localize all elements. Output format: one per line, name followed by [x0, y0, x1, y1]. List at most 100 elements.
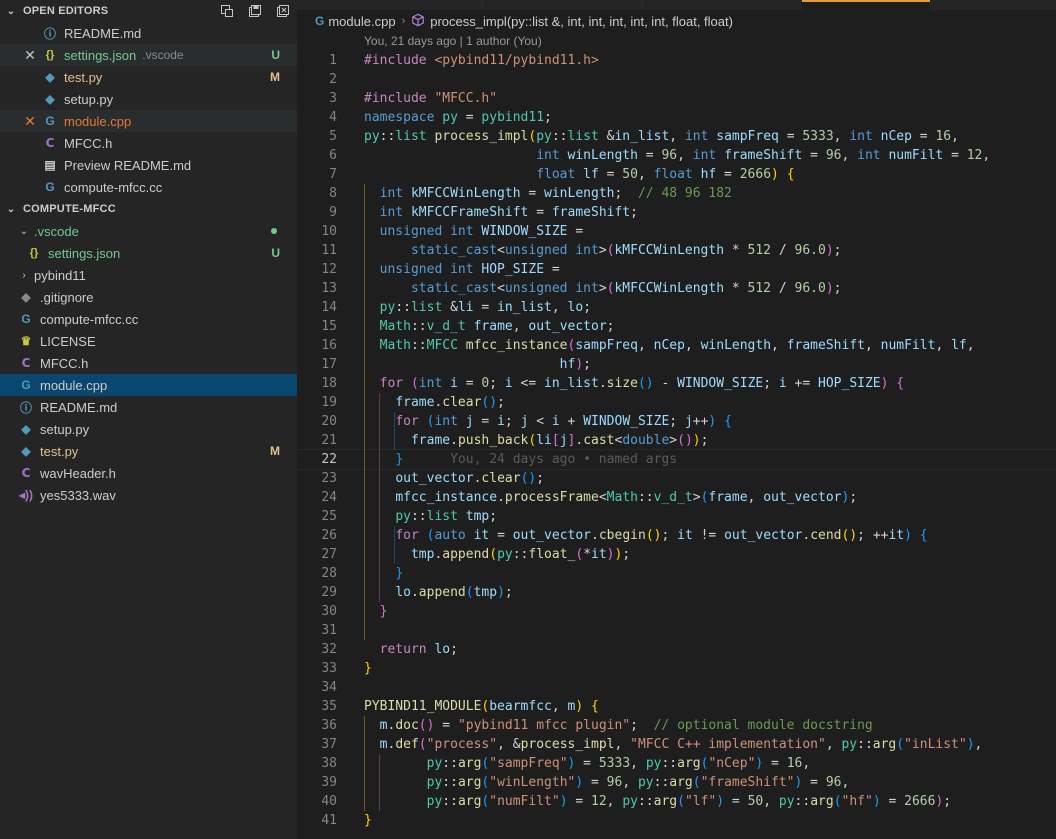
code-line[interactable]: 30 }	[297, 602, 1056, 621]
code-token: ()	[481, 395, 498, 410]
file-name: module.cpp	[64, 113, 132, 129]
close-icon[interactable]: ✕	[22, 113, 38, 130]
code-token: <	[497, 281, 505, 296]
code-token: ()	[841, 528, 858, 543]
code-line[interactable]: 12 unsigned int HOP_SIZE =	[297, 260, 1056, 279]
tree-item[interactable]: ⌄ .vscode	[0, 220, 297, 242]
new-untitled-file-icon[interactable]	[219, 3, 235, 19]
code-line[interactable]: 33}	[297, 659, 1056, 678]
code-line[interactable]: 27 tmp.append(py::float_(*it));	[297, 545, 1056, 564]
breadcrumb-symbol[interactable]: process_impl(py::list &, int, int, int, …	[430, 14, 733, 29]
breadcrumb-file[interactable]: module.cpp	[328, 14, 395, 29]
code-line[interactable]: 22 } You, 24 days ago • named args	[297, 449, 1056, 470]
tree-item[interactable]: ◆ .gitignore	[0, 286, 297, 308]
code-line[interactable]: 35 PYBIND11_MODULE(bearmfcc, m) {	[297, 697, 1056, 716]
tree-item[interactable]: CwavHeader.h	[0, 462, 297, 484]
tree-item[interactable]: Gcompute-mfcc.cc	[0, 308, 297, 330]
code-token: (	[418, 737, 427, 752]
code-line[interactable]: 38 py::arg("sampFreq") = 5333, py::arg("…	[297, 754, 1056, 773]
code-line[interactable]: 13 static_cast<unsigned int>(kMFCCWinLen…	[297, 279, 1056, 298]
code-line[interactable]: 31	[297, 621, 1056, 640]
code-line[interactable]: 8 int kMFCCWinLength = winLength; // 48 …	[297, 184, 1056, 203]
code-line[interactable]: 39 py::arg("winLength") = 96, py::arg("f…	[297, 773, 1056, 792]
code-line[interactable]: 25 py::list tmp;	[297, 507, 1056, 526]
open-editor-item[interactable]: ◆ setup.py	[0, 88, 297, 110]
code-line[interactable]: 19 frame.clear();	[297, 393, 1056, 412]
code-line[interactable]: 14 py::list &li = in_list, lo;	[297, 298, 1056, 317]
code-line[interactable]: 40 py::arg("numFilt") = 12, py::arg("lf"…	[297, 792, 1056, 811]
code-line[interactable]: 10 unsigned int WINDOW_SIZE =	[297, 222, 1056, 241]
indent-guide	[364, 716, 365, 811]
tree-item[interactable]: › pybind11	[0, 264, 297, 286]
tree-item[interactable]: ◂)) yes5333.wav	[0, 484, 297, 506]
inline-blame: You, 24 days ago • named args	[403, 452, 678, 467]
tree-item[interactable]: ⓘ README.md	[0, 396, 297, 418]
code-token: ()	[645, 528, 662, 543]
code-line[interactable]: 2	[297, 70, 1056, 89]
code-token: arg	[872, 737, 897, 752]
code-line[interactable]: 11 static_cast<unsigned int>(kMFCCWinLen…	[297, 241, 1056, 260]
line-content: int winLength = 96, int frameShift = 96,…	[364, 146, 990, 165]
code-token: arg	[457, 775, 482, 790]
code-token: {	[786, 167, 795, 182]
save-all-icon[interactable]	[247, 3, 263, 19]
code-line[interactable]: 41}	[297, 811, 1056, 830]
open-editor-item[interactable]: ✕ {} settings.json .vscode U	[0, 44, 297, 66]
code-token: ;	[536, 471, 545, 486]
open-editor-item[interactable]: ✕ Gmodule.cpp	[0, 110, 297, 132]
close-all-editors-icon[interactable]	[275, 3, 291, 19]
code-line[interactable]: 29 lo.append(tmp);	[297, 583, 1056, 602]
code-token: <pybind11/pybind11.h>	[434, 53, 599, 68]
tree-item[interactable]: ◆ setup.py	[0, 418, 297, 440]
code-line[interactable]: 36 m.doc() = "pybind11 mfcc plugin"; // …	[297, 716, 1056, 735]
code-line[interactable]: 34	[297, 678, 1056, 697]
code-line[interactable]: 3 #include "MFCC.h"	[297, 89, 1056, 108]
code-line[interactable]: 9 int kMFCCFrameShift = frameShift;	[297, 203, 1056, 222]
open-editor-item[interactable]: ▤ Preview README.md	[0, 154, 297, 176]
code-line[interactable]: 17 hf);	[297, 355, 1056, 374]
code-area[interactable]: 1 #include <pybind11/pybind11.h> 2 3 #includ…	[297, 51, 1056, 830]
code-line[interactable]: 4 namespace py = pybind11;	[297, 108, 1056, 127]
code-line[interactable]: 37 m.def("process", &process_impl, "MFCC…	[297, 735, 1056, 754]
line-content: hf);	[364, 355, 591, 374]
tree-item[interactable]: {} settings.json U	[0, 242, 297, 264]
code-token: append	[418, 585, 466, 600]
tree-item[interactable]: ◆ test.py M	[0, 440, 297, 462]
code-line[interactable]: 24 mfcc_instance.processFrame<Math::v_d_…	[297, 488, 1056, 507]
code-token: static_cast	[410, 243, 498, 258]
code-line[interactable]: 28 }	[297, 564, 1056, 583]
code-line[interactable]: 7 float lf = 50, float hf = 2666) {	[297, 165, 1056, 184]
tree-item[interactable]: C MFCC.h	[0, 352, 297, 374]
code-line[interactable]: 23 out_vector.clear();	[297, 469, 1056, 488]
code-line[interactable]: 6 int winLength = 96, int frameShift = 9…	[297, 146, 1056, 165]
line-content: Math::v_d_t frame, out_vector;	[364, 317, 615, 336]
code-line[interactable]: 20 for (int j = i; j < i + WINDOW_SIZE; …	[297, 412, 1056, 431]
code-line[interactable]: 15 Math::v_d_t frame, out_vector;	[297, 317, 1056, 336]
tree-item[interactable]: Gmodule.cpp	[0, 374, 297, 396]
code-token: (	[677, 794, 685, 809]
codelens-blame[interactable]: You, 21 days ago | 1 author (You)	[364, 34, 542, 48]
active-tab[interactable]	[802, 0, 930, 10]
code-line[interactable]: 5 py::list process_impl(py::list &in_list…	[297, 127, 1056, 146]
open-editors-header[interactable]: ⌄ OPEN EDITORS	[0, 0, 297, 22]
code-token: kMFCCFrameShift	[410, 205, 529, 220]
code-line[interactable]: 21 frame.push_back(li[j].cast<double>())…	[297, 431, 1056, 450]
line-number: 29	[321, 585, 337, 600]
tree-item[interactable]: ♛ LICENSE	[0, 330, 297, 352]
code-token: winLength	[544, 186, 615, 201]
code-token: =	[802, 775, 826, 790]
code-line[interactable]: 1 #include <pybind11/pybind11.h>	[297, 51, 1056, 70]
code-token: frameShift	[551, 205, 631, 220]
close-icon[interactable]: ✕	[22, 47, 38, 64]
folder-header[interactable]: ⌄ COMPUTE-MFCC	[0, 198, 297, 220]
code-line[interactable]: 26 for (auto it = out_vector.cbegin(); i…	[297, 526, 1056, 545]
open-editor-item[interactable]: ◆ test.py M	[0, 66, 297, 88]
code-token: 96	[606, 775, 623, 790]
open-editor-item[interactable]: C MFCC.h	[0, 132, 297, 154]
open-editor-item[interactable]: ⓘ README.md	[0, 22, 297, 44]
code-line[interactable]: 16 Math::MFCC mfcc_instance(sampFreq, nC…	[297, 336, 1056, 355]
code-line[interactable]: 32 return lo;	[297, 640, 1056, 659]
code-line[interactable]: 18 for (int i = 0; i <= in_list.size() -…	[297, 374, 1056, 393]
open-editor-item[interactable]: Gcompute-mfcc.cc	[0, 176, 297, 198]
